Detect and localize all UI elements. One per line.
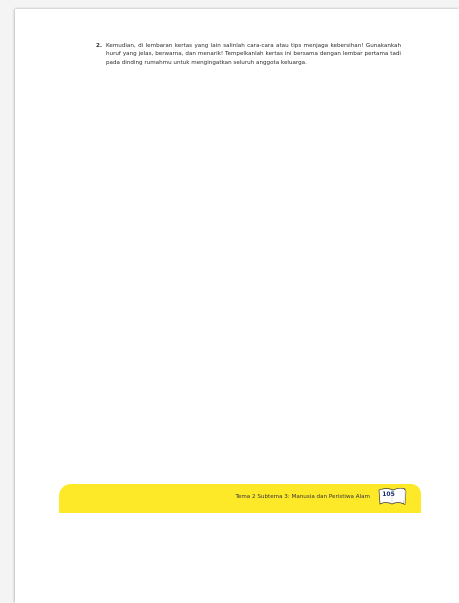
item-number: 2. [96, 43, 103, 49]
footer-band: Tema 2 Subtema 3: Manusia dan Peristiwa … [59, 484, 421, 513]
numbered-instruction: 2. Kemudian, di lembaran kertas yang lai… [96, 42, 401, 67]
book-page: 2. Kemudian, di lembaran kertas yang lai… [15, 9, 459, 603]
page-badge: 105 [377, 486, 407, 508]
footer-title: Tema 2 Subtema 3: Manusia dan Peristiwa … [235, 494, 370, 500]
page-number: 105 [382, 491, 395, 498]
document-viewer: 2. Kemudian, di lembaran kertas yang lai… [0, 0, 459, 603]
item-text: Kemudian, di lembaran kertas yang lain s… [106, 43, 401, 66]
